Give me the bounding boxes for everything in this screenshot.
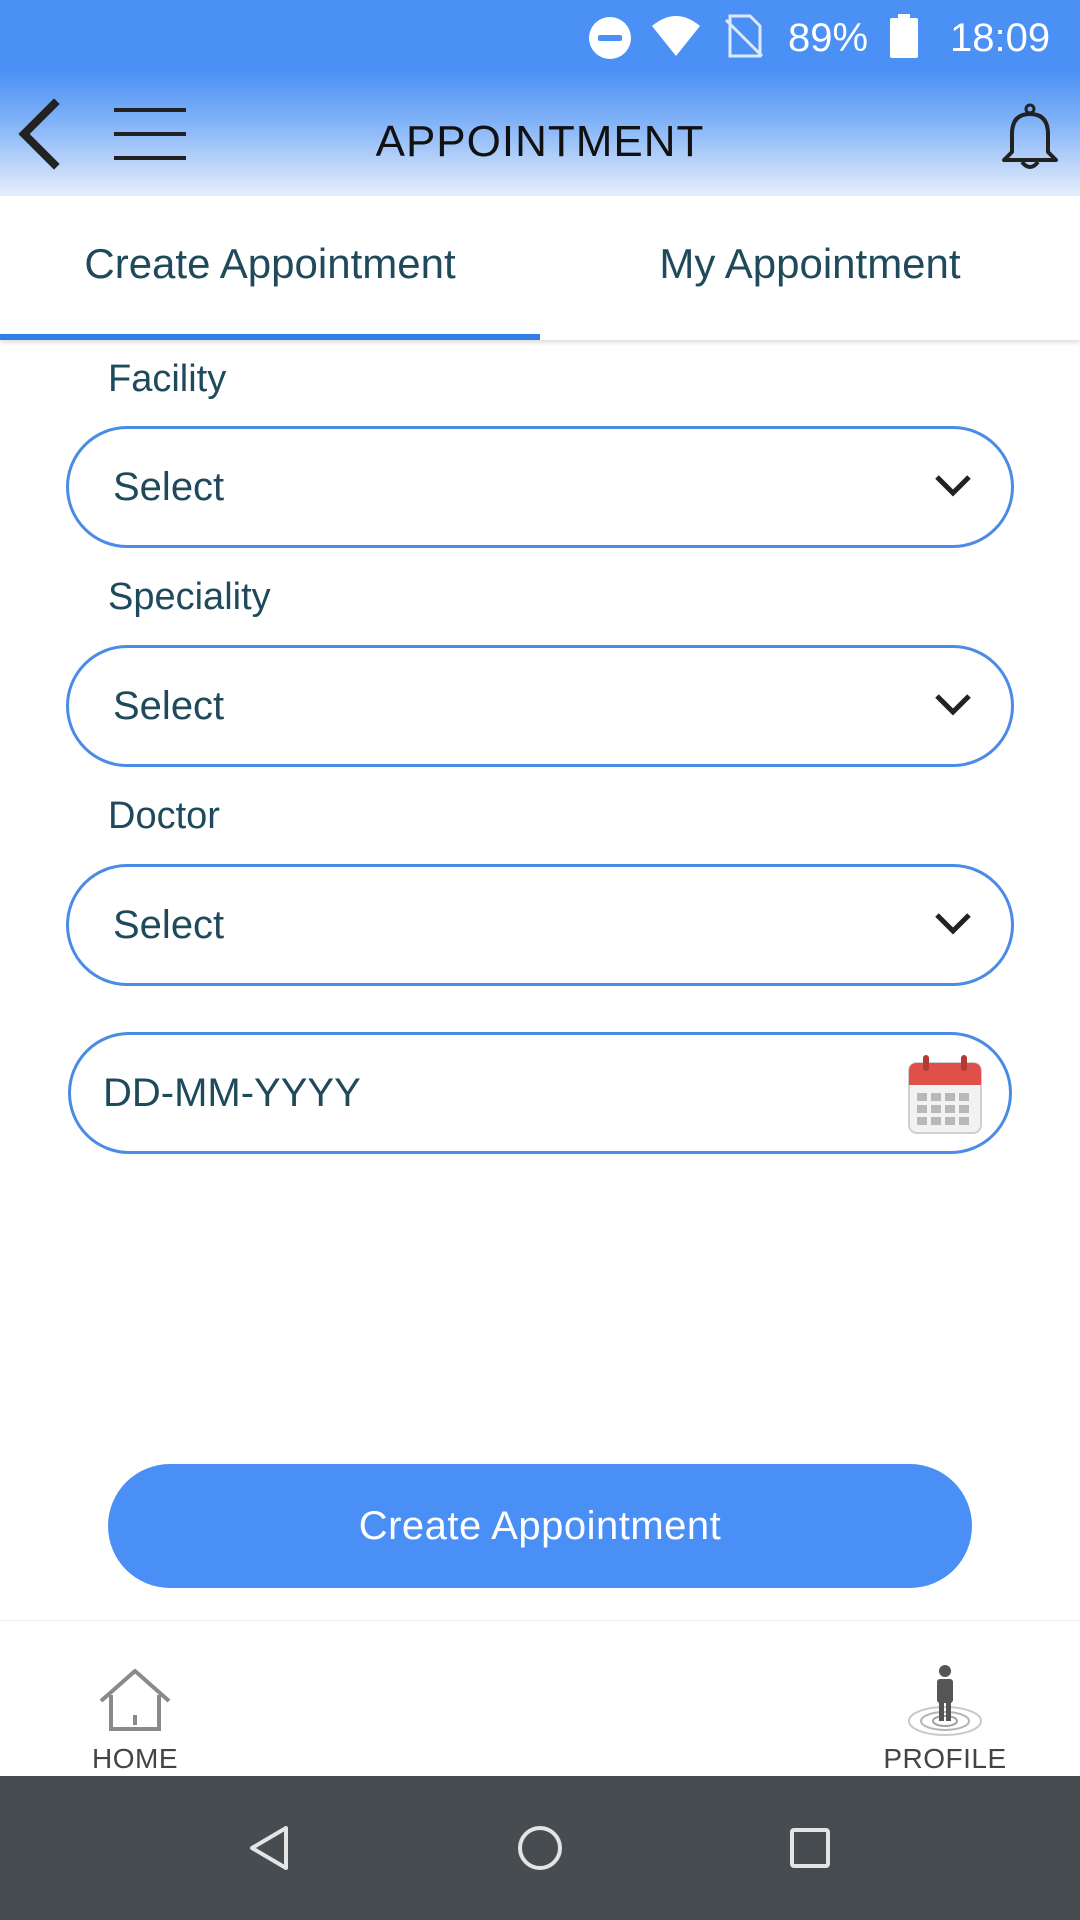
battery-icon — [890, 14, 918, 58]
battery-percent: 89% — [788, 16, 869, 60]
calendar-icon[interactable] — [907, 1053, 983, 1135]
no-sim-icon — [724, 14, 764, 58]
doctor-select[interactable]: Select — [66, 864, 1014, 986]
bottom-nav: HOME PROFILE — [0, 1620, 1080, 1776]
active-tab-indicator — [0, 334, 540, 340]
create-appointment-button[interactable]: Create Appointment — [108, 1464, 972, 1588]
wifi-icon — [652, 16, 700, 56]
system-navigation-bar — [0, 1776, 1080, 1920]
system-home-icon[interactable] — [514, 1822, 566, 1874]
speciality-label: Speciality — [108, 576, 271, 618]
doctor-select-value: Select — [113, 903, 225, 947]
system-recents-icon[interactable] — [784, 1822, 836, 1874]
status-clock: 18:09 — [950, 16, 1051, 60]
tab-bar: Create Appointment My Appointment — [0, 196, 1080, 340]
page-title: APPOINTMENT — [375, 117, 705, 166]
nav-profile-label: PROFILE — [883, 1743, 1007, 1774]
nav-profile[interactable]: PROFILE — [865, 1621, 1025, 1777]
speciality-select-value: Select — [113, 684, 225, 728]
doctor-label: Doctor — [108, 795, 220, 837]
facility-select[interactable]: Select — [66, 426, 1014, 548]
nav-home-label: HOME — [92, 1743, 178, 1774]
home-icon — [99, 1669, 171, 1731]
chevron-down-icon — [935, 694, 971, 716]
tab-create-appointment[interactable]: Create Appointment — [0, 196, 540, 340]
do-not-disturb-icon — [589, 17, 631, 59]
speciality-select[interactable]: Select — [66, 645, 1014, 767]
date-placeholder: DD-MM-YYYY — [103, 1071, 361, 1115]
chevron-down-icon — [935, 913, 971, 935]
tab-my-appointment[interactable]: My Appointment — [540, 196, 1080, 340]
profile-person-icon — [908, 1665, 982, 1736]
nav-home[interactable]: HOME — [55, 1621, 215, 1777]
app-bar: APPOINTMENT — [0, 76, 1080, 196]
system-back-icon[interactable] — [244, 1822, 296, 1874]
chevron-down-icon — [935, 475, 971, 497]
facility-select-value: Select — [113, 465, 225, 509]
date-input[interactable]: DD-MM-YYYY — [68, 1032, 1012, 1154]
status-bar: 89% 18:09 — [0, 0, 1080, 76]
bell-icon[interactable] — [1000, 102, 1060, 170]
facility-label: Facility — [108, 358, 227, 400]
header: 89% 18:09 APPOINTMENT — [0, 0, 1080, 196]
